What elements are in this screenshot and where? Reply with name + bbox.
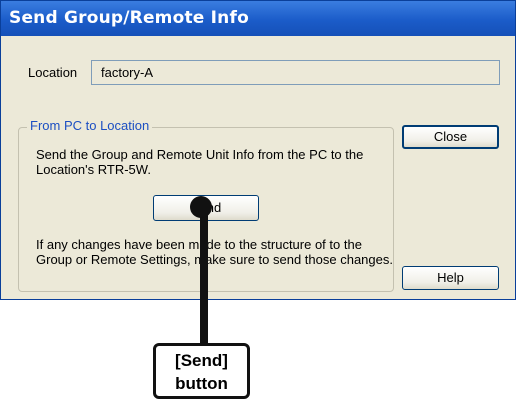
title-bar[interactable]: Send Group/Remote Info <box>1 1 515 36</box>
location-label: Location <box>28 65 78 80</box>
send-group-remote-info-dialog: Send Group/Remote Info Location factory-… <box>0 0 516 300</box>
send-button-callout: [Send] button <box>153 343 250 399</box>
callout-line-2: button <box>175 374 228 393</box>
callout-line-1: [Send] <box>175 351 228 370</box>
groupbox-title: From PC to Location <box>27 118 153 133</box>
send-description: Send the Group and Remote Unit Info from… <box>36 147 364 177</box>
callout-pointer-dot <box>190 196 212 218</box>
help-button[interactable]: Help <box>402 266 499 290</box>
location-field: factory-A <box>91 60 500 85</box>
close-button[interactable]: Close <box>402 125 499 149</box>
dialog-title: Send Group/Remote Info <box>9 8 249 28</box>
location-value: factory-A <box>101 65 154 80</box>
callout-pointer-line <box>200 205 208 345</box>
changes-warning: If any changes have been made to the str… <box>36 237 393 267</box>
